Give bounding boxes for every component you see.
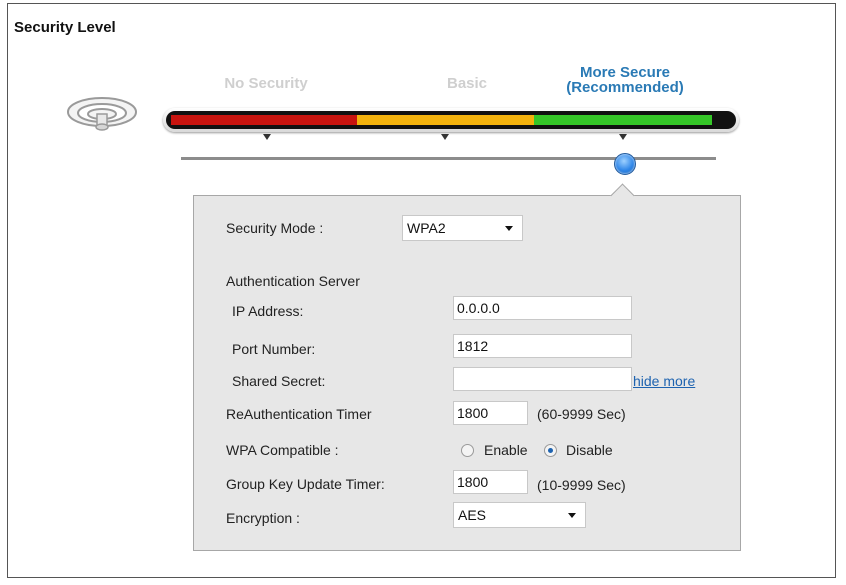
- reauth-timer-range: (60-9999 Sec): [537, 406, 626, 422]
- wifi-icon: [67, 97, 137, 131]
- encryption-value: AES: [458, 507, 487, 523]
- ip-address-field[interactable]: 0.0.0.0: [453, 296, 632, 320]
- group-key-timer-label: Group Key Update Timer:: [226, 476, 385, 492]
- encryption-label: Encryption :: [226, 510, 300, 526]
- wpa-compatible-disable-label[interactable]: Disable: [566, 442, 613, 458]
- bar-segment-no-security: [171, 115, 357, 125]
- level-marker-no-security: [263, 134, 271, 140]
- shared-secret-field[interactable]: [453, 367, 632, 391]
- security-slider-handle[interactable]: [614, 153, 636, 175]
- security-mode-label: Security Mode :: [226, 220, 324, 236]
- wpa-compatible-label: WPA Compatible :: [226, 442, 339, 458]
- level-label-more-secure[interactable]: More Secure (Recommended): [545, 65, 705, 95]
- port-number-field[interactable]: 1812: [453, 334, 632, 358]
- bar-segment-basic: [357, 115, 534, 125]
- security-level-bar: [163, 108, 739, 132]
- level-label-more-secure-line1: More Secure: [579, 64, 671, 81]
- level-marker-more-secure: [619, 134, 627, 140]
- wpa-compatible-disable-radio[interactable]: [544, 444, 557, 457]
- bar-segment-more-secure: [534, 115, 712, 125]
- wpa-compatible-enable-label[interactable]: Enable: [484, 442, 528, 458]
- auth-server-heading: Authentication Server: [226, 273, 360, 289]
- level-label-basic[interactable]: Basic: [432, 76, 502, 91]
- level-label-more-secure-line2: (Recommended): [566, 79, 684, 96]
- chevron-down-icon: [505, 226, 513, 231]
- port-number-label: Port Number:: [232, 341, 316, 357]
- level-marker-basic: [441, 134, 449, 140]
- ip-address-label: IP Address:: [232, 303, 304, 319]
- shared-secret-label: Shared Secret:: [232, 373, 326, 389]
- encryption-select[interactable]: AES: [453, 502, 586, 528]
- security-slider-track[interactable]: [181, 157, 716, 160]
- security-mode-value: WPA2: [407, 220, 446, 236]
- reauth-timer-label: ReAuthentication Timer: [226, 406, 372, 422]
- group-key-timer-range: (10-9999 Sec): [537, 477, 626, 493]
- page-title: Security Level: [14, 19, 116, 36]
- reauth-timer-field[interactable]: 1800: [453, 401, 528, 425]
- group-key-timer-field[interactable]: 1800: [453, 470, 528, 494]
- hide-more-link[interactable]: hide more: [633, 373, 695, 389]
- chevron-down-icon: [568, 513, 576, 518]
- wpa-compatible-enable-radio[interactable]: [461, 444, 474, 457]
- level-label-no-security[interactable]: No Security: [210, 76, 322, 91]
- security-mode-select[interactable]: WPA2: [402, 215, 523, 241]
